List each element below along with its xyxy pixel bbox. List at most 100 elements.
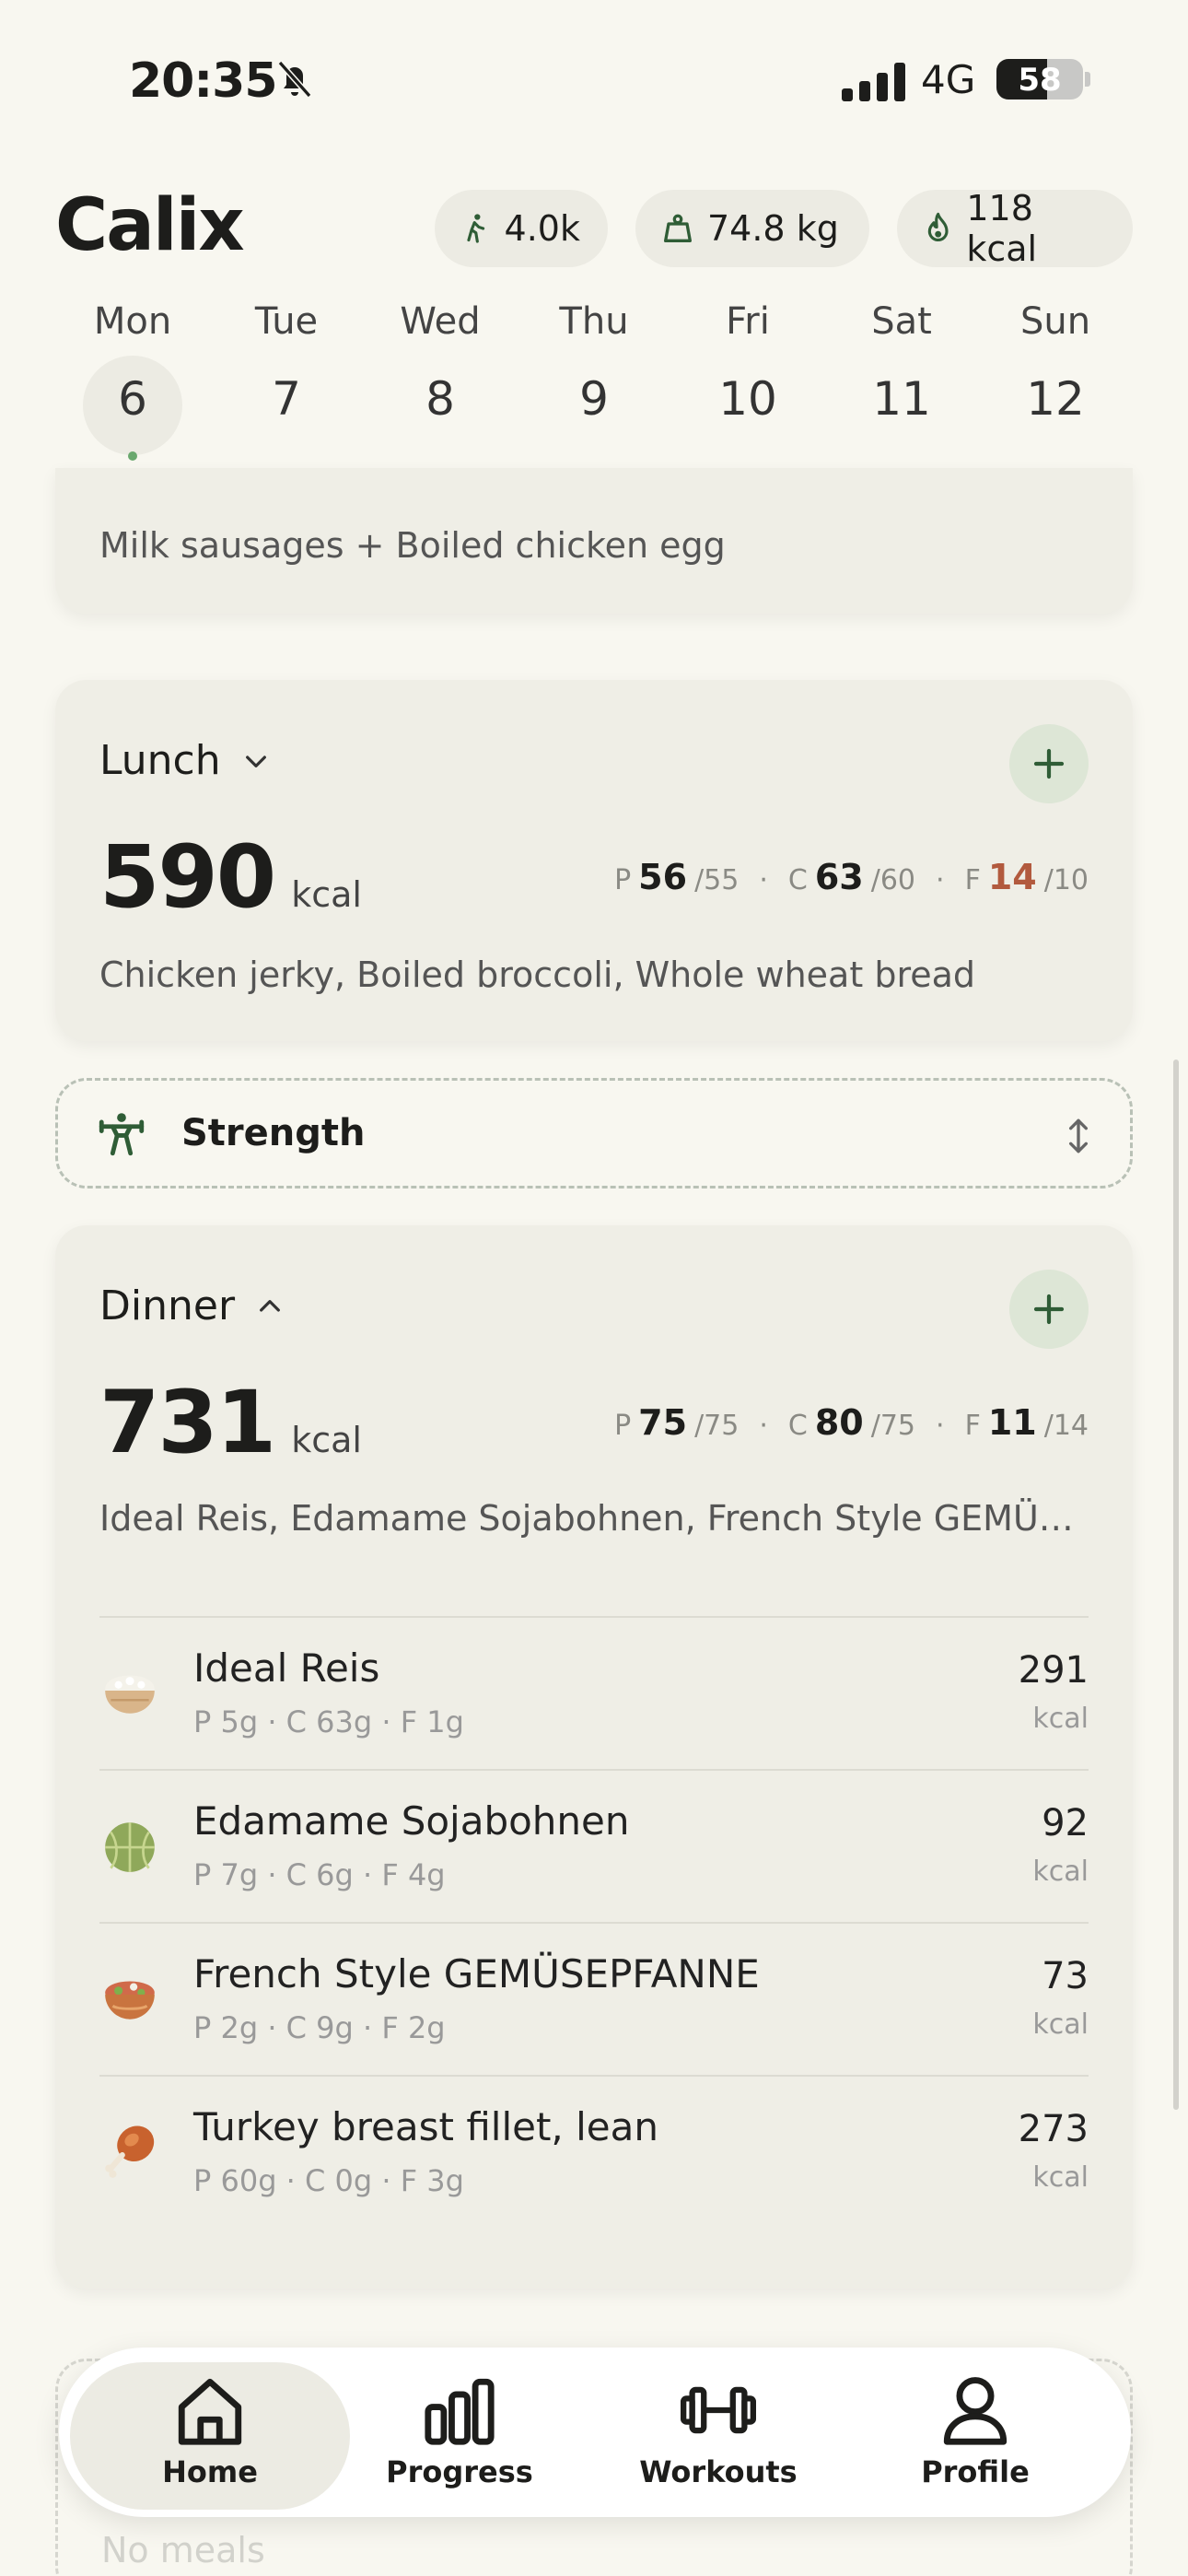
day-name-mon: Mon <box>93 300 172 343</box>
network-type: 4G <box>921 57 976 102</box>
rice-bowl-icon <box>105 1675 155 1714</box>
drag-handle-icon[interactable] <box>1060 1116 1097 1156</box>
battery-icon: 58 <box>996 59 1083 100</box>
walking-icon <box>467 214 485 243</box>
person-icon <box>943 2377 1007 2445</box>
dinner-title: Dinner <box>99 1282 236 1329</box>
day-button-6[interactable]: 6 <box>77 372 188 426</box>
steps-value: 4.0k <box>504 208 580 249</box>
battery-level: 58 <box>1018 62 1062 99</box>
food-macros: P 5g · C 63g · F 1g <box>193 1704 464 1739</box>
list-item[interactable]: Ideal Reis P 5g · C 63g · F 1g 291 kcal <box>99 1618 1089 1769</box>
chevron-down-icon <box>245 755 266 767</box>
carbs-value: 80 <box>814 1402 864 1443</box>
macro-separator: · <box>936 1410 945 1442</box>
dinner-card[interactable]: Dinner 731 kcal P 75 /75 · C 80 /75 · F … <box>55 1225 1133 2289</box>
food-kcal-unit: kcal <box>1032 1856 1089 1888</box>
burned-chip[interactable]: 118 kcal <box>897 188 1133 269</box>
tab-profile[interactable]: Profile <box>842 2355 1109 2510</box>
weightlifter-icon <box>99 1113 145 1156</box>
tab-progress[interactable]: Progress <box>326 2355 593 2510</box>
melon-icon <box>105 1822 155 1872</box>
food-kcal-unit: kcal <box>1032 2161 1089 2194</box>
breakfast-card[interactable]: Milk sausages + Boiled chicken egg <box>55 468 1133 614</box>
lunch-kcal: 590 <box>99 827 276 928</box>
empty-meal-text: No meals <box>101 2530 265 2570</box>
bell-off-icon <box>277 60 312 99</box>
lunch-title: Lunch <box>99 737 221 784</box>
tab-workouts[interactable]: Workouts <box>585 2355 852 2510</box>
protein-target: /75 <box>694 1410 740 1442</box>
food-kcal: 291 <box>1018 1649 1089 1692</box>
list-item[interactable]: Turkey breast fillet, lean P 60g · C 0g … <box>99 2077 1089 2228</box>
dinner-header[interactable]: Dinner <box>99 1282 285 1329</box>
bar-chart-icon <box>425 2378 495 2445</box>
protein-label: P <box>614 1410 632 1442</box>
macro-separator: · <box>936 864 945 896</box>
workout-strength[interactable]: Strength <box>55 1078 1133 1188</box>
workout-label: Strength <box>181 1112 366 1154</box>
day-button-8[interactable]: 8 <box>385 372 495 426</box>
day-name-tue: Tue <box>254 300 319 343</box>
steps-chip[interactable]: 4.0k <box>435 190 608 267</box>
food-kcal: 92 <box>1042 1802 1089 1844</box>
tab-label-progress: Progress <box>386 2454 533 2489</box>
flame-icon <box>927 212 949 241</box>
day-name-sat: Sat <box>871 300 932 343</box>
tab-label-home: Home <box>162 2454 258 2489</box>
dinner-description: Ideal Reis, Edamame Sojabohnen, French S… <box>99 1498 1094 1539</box>
food-kcal-unit: kcal <box>1032 1703 1089 1735</box>
fat-value: 11 <box>987 1402 1037 1443</box>
app-title: Calix <box>55 184 245 267</box>
fat-value: 14 <box>987 857 1037 897</box>
salad-bowl-icon <box>105 1981 155 2020</box>
dinner-macros: P 75 /75 · C 80 /75 · F 11 /14 <box>614 1402 1089 1443</box>
food-macros: P 60g · C 0g · F 3g <box>193 2163 464 2198</box>
dinner-kcal: 731 <box>99 1373 276 1473</box>
day-button-7[interactable]: 7 <box>231 372 342 426</box>
list-item[interactable]: French Style GEMÜSEPFANNE P 2g · C 9g · … <box>99 1924 1089 2075</box>
lunch-header[interactable]: Lunch <box>99 737 271 784</box>
burned-value: 118 kcal <box>966 188 1038 269</box>
tab-home[interactable]: Home <box>76 2355 344 2510</box>
list-item[interactable]: Edamame Sojabohnen P 7g · C 6g · F 4g 92… <box>99 1771 1089 1922</box>
poultry-leg-icon <box>105 2125 155 2178</box>
carbs-target: /60 <box>870 864 916 896</box>
food-kcal: 273 <box>1018 2108 1089 2150</box>
carbs-target: /75 <box>870 1410 916 1442</box>
protein-target: /55 <box>694 864 740 896</box>
fat-target: /10 <box>1043 864 1089 896</box>
dumbbell-icon <box>681 2386 756 2434</box>
food-macros: P 2g · C 9g · F 2g <box>193 2010 446 2045</box>
day-name-sun: Sun <box>1019 300 1091 343</box>
macro-separator: · <box>759 864 768 896</box>
day-button-12[interactable]: 12 <box>1000 372 1111 426</box>
lunch-kcal-unit: kcal <box>291 874 362 915</box>
weight-chip[interactable]: 74.8 kg <box>635 190 869 267</box>
breakfast-description: Milk sausages + Boiled chicken egg <box>99 525 726 566</box>
plus-icon <box>1033 1294 1065 1325</box>
fat-label: F <box>964 1410 981 1442</box>
tab-label-workouts: Workouts <box>639 2454 798 2489</box>
battery-tip <box>1085 72 1090 87</box>
protein-value: 56 <box>638 857 688 897</box>
dinner-kcal-unit: kcal <box>291 1420 362 1460</box>
food-name: Turkey breast fillet, lean <box>193 2104 658 2149</box>
lunch-card[interactable]: Lunch 590 kcal P 56 /55 · C 63 /60 · F 1… <box>55 680 1133 1041</box>
status-time: 20:35 <box>129 53 278 109</box>
scrollbar[interactable] <box>1173 1060 1179 2110</box>
lunch-add-button[interactable] <box>1009 724 1089 803</box>
tab-label-profile: Profile <box>921 2454 1030 2489</box>
day-button-10[interactable]: 10 <box>693 372 803 426</box>
carbs-value: 63 <box>814 857 864 897</box>
food-name: Edamame Sojabohnen <box>193 1798 630 1844</box>
protein-value: 75 <box>638 1402 688 1443</box>
day-button-9[interactable]: 9 <box>539 372 649 426</box>
weight-icon <box>664 214 692 242</box>
day-button-11[interactable]: 11 <box>846 372 957 426</box>
day-indicator-dot <box>128 451 137 461</box>
food-kcal-unit: kcal <box>1032 2008 1089 2041</box>
food-name: French Style GEMÜSEPFANNE <box>193 1951 760 1996</box>
dinner-add-button[interactable] <box>1009 1270 1089 1349</box>
food-name: Ideal Reis <box>193 1645 380 1691</box>
